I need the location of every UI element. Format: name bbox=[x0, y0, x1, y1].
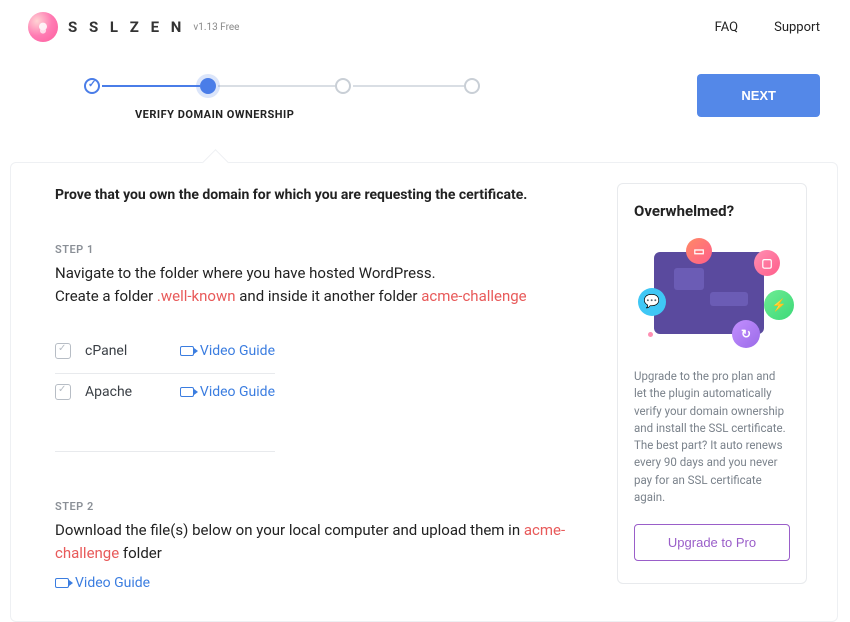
brand-name: S S L Z E N bbox=[68, 18, 185, 36]
video-guide-link-apache[interactable]: Video Guide bbox=[180, 384, 275, 400]
upgrade-description: Upgrade to the pro plan and let the plug… bbox=[634, 368, 790, 506]
accordion-cpanel[interactable]: cPanel Video Guide bbox=[55, 333, 275, 374]
step-dot-4 bbox=[464, 78, 480, 94]
step2-tag: STEP 2 bbox=[55, 500, 577, 513]
intro-heading: Prove that you own the domain for which … bbox=[55, 187, 577, 203]
step-line bbox=[102, 85, 200, 87]
step-dot-1-complete bbox=[84, 78, 100, 94]
accordion-label-apache: Apache bbox=[85, 384, 180, 400]
camera-icon bbox=[180, 346, 194, 356]
step1-line1: Navigate to the folder where you have ho… bbox=[55, 264, 436, 282]
faq-link[interactable]: FAQ bbox=[715, 20, 738, 35]
step-line bbox=[353, 85, 465, 87]
support-link[interactable]: Support bbox=[774, 20, 820, 35]
upgrade-illustration bbox=[634, 234, 790, 352]
accordion-divider bbox=[55, 418, 275, 452]
chat-icon bbox=[638, 288, 666, 316]
step-line bbox=[218, 85, 336, 87]
window-icon bbox=[754, 250, 780, 276]
step1-tag: STEP 1 bbox=[55, 243, 577, 256]
step-dot-2-active bbox=[200, 78, 216, 94]
video-guide-text: Video Guide bbox=[75, 575, 150, 591]
next-button[interactable]: NEXT bbox=[697, 74, 820, 117]
step1-line2b: and inside it another folder bbox=[236, 287, 422, 305]
accordion-apache[interactable]: Apache Video Guide bbox=[55, 374, 275, 414]
step1-line2a: Create a folder bbox=[55, 287, 157, 305]
step2-text-a: Download the file(s) below on your local… bbox=[55, 521, 524, 539]
bolt-icon bbox=[764, 290, 794, 320]
step1-hl1: .well-known bbox=[157, 287, 236, 305]
video-guide-text: Video Guide bbox=[200, 343, 275, 359]
step2-text-b: folder bbox=[119, 544, 162, 562]
active-step-label: VERIFY DOMAIN OWNERSHIP bbox=[135, 108, 294, 121]
version-label: v1.13 Free bbox=[193, 22, 239, 33]
step1-hl2: acme-challenge bbox=[421, 287, 526, 305]
checkbox-icon bbox=[55, 384, 71, 400]
video-guide-text: Video Guide bbox=[200, 384, 275, 400]
folder-icon bbox=[686, 238, 712, 264]
video-guide-link-step2[interactable]: Video Guide bbox=[55, 575, 577, 591]
accordion-label-cpanel: cPanel bbox=[85, 343, 180, 359]
step2-text: Download the file(s) below on your local… bbox=[55, 519, 577, 566]
refresh-icon bbox=[732, 320, 760, 348]
upgrade-panel: Overwhelmed? Upgrade to the pro plan and… bbox=[617, 183, 807, 584]
upgrade-button[interactable]: Upgrade to Pro bbox=[634, 524, 790, 561]
camera-icon bbox=[180, 387, 194, 397]
progress-stepper: VERIFY DOMAIN OWNERSHIP bbox=[60, 72, 657, 122]
camera-icon bbox=[55, 578, 69, 588]
step1-text: Navigate to the folder where you have ho… bbox=[55, 262, 577, 309]
logo-icon bbox=[28, 12, 58, 42]
video-guide-link-cpanel[interactable]: Video Guide bbox=[180, 343, 275, 359]
checkbox-icon bbox=[55, 343, 71, 359]
step-dot-3 bbox=[335, 78, 351, 94]
upgrade-title: Overwhelmed? bbox=[634, 202, 790, 220]
